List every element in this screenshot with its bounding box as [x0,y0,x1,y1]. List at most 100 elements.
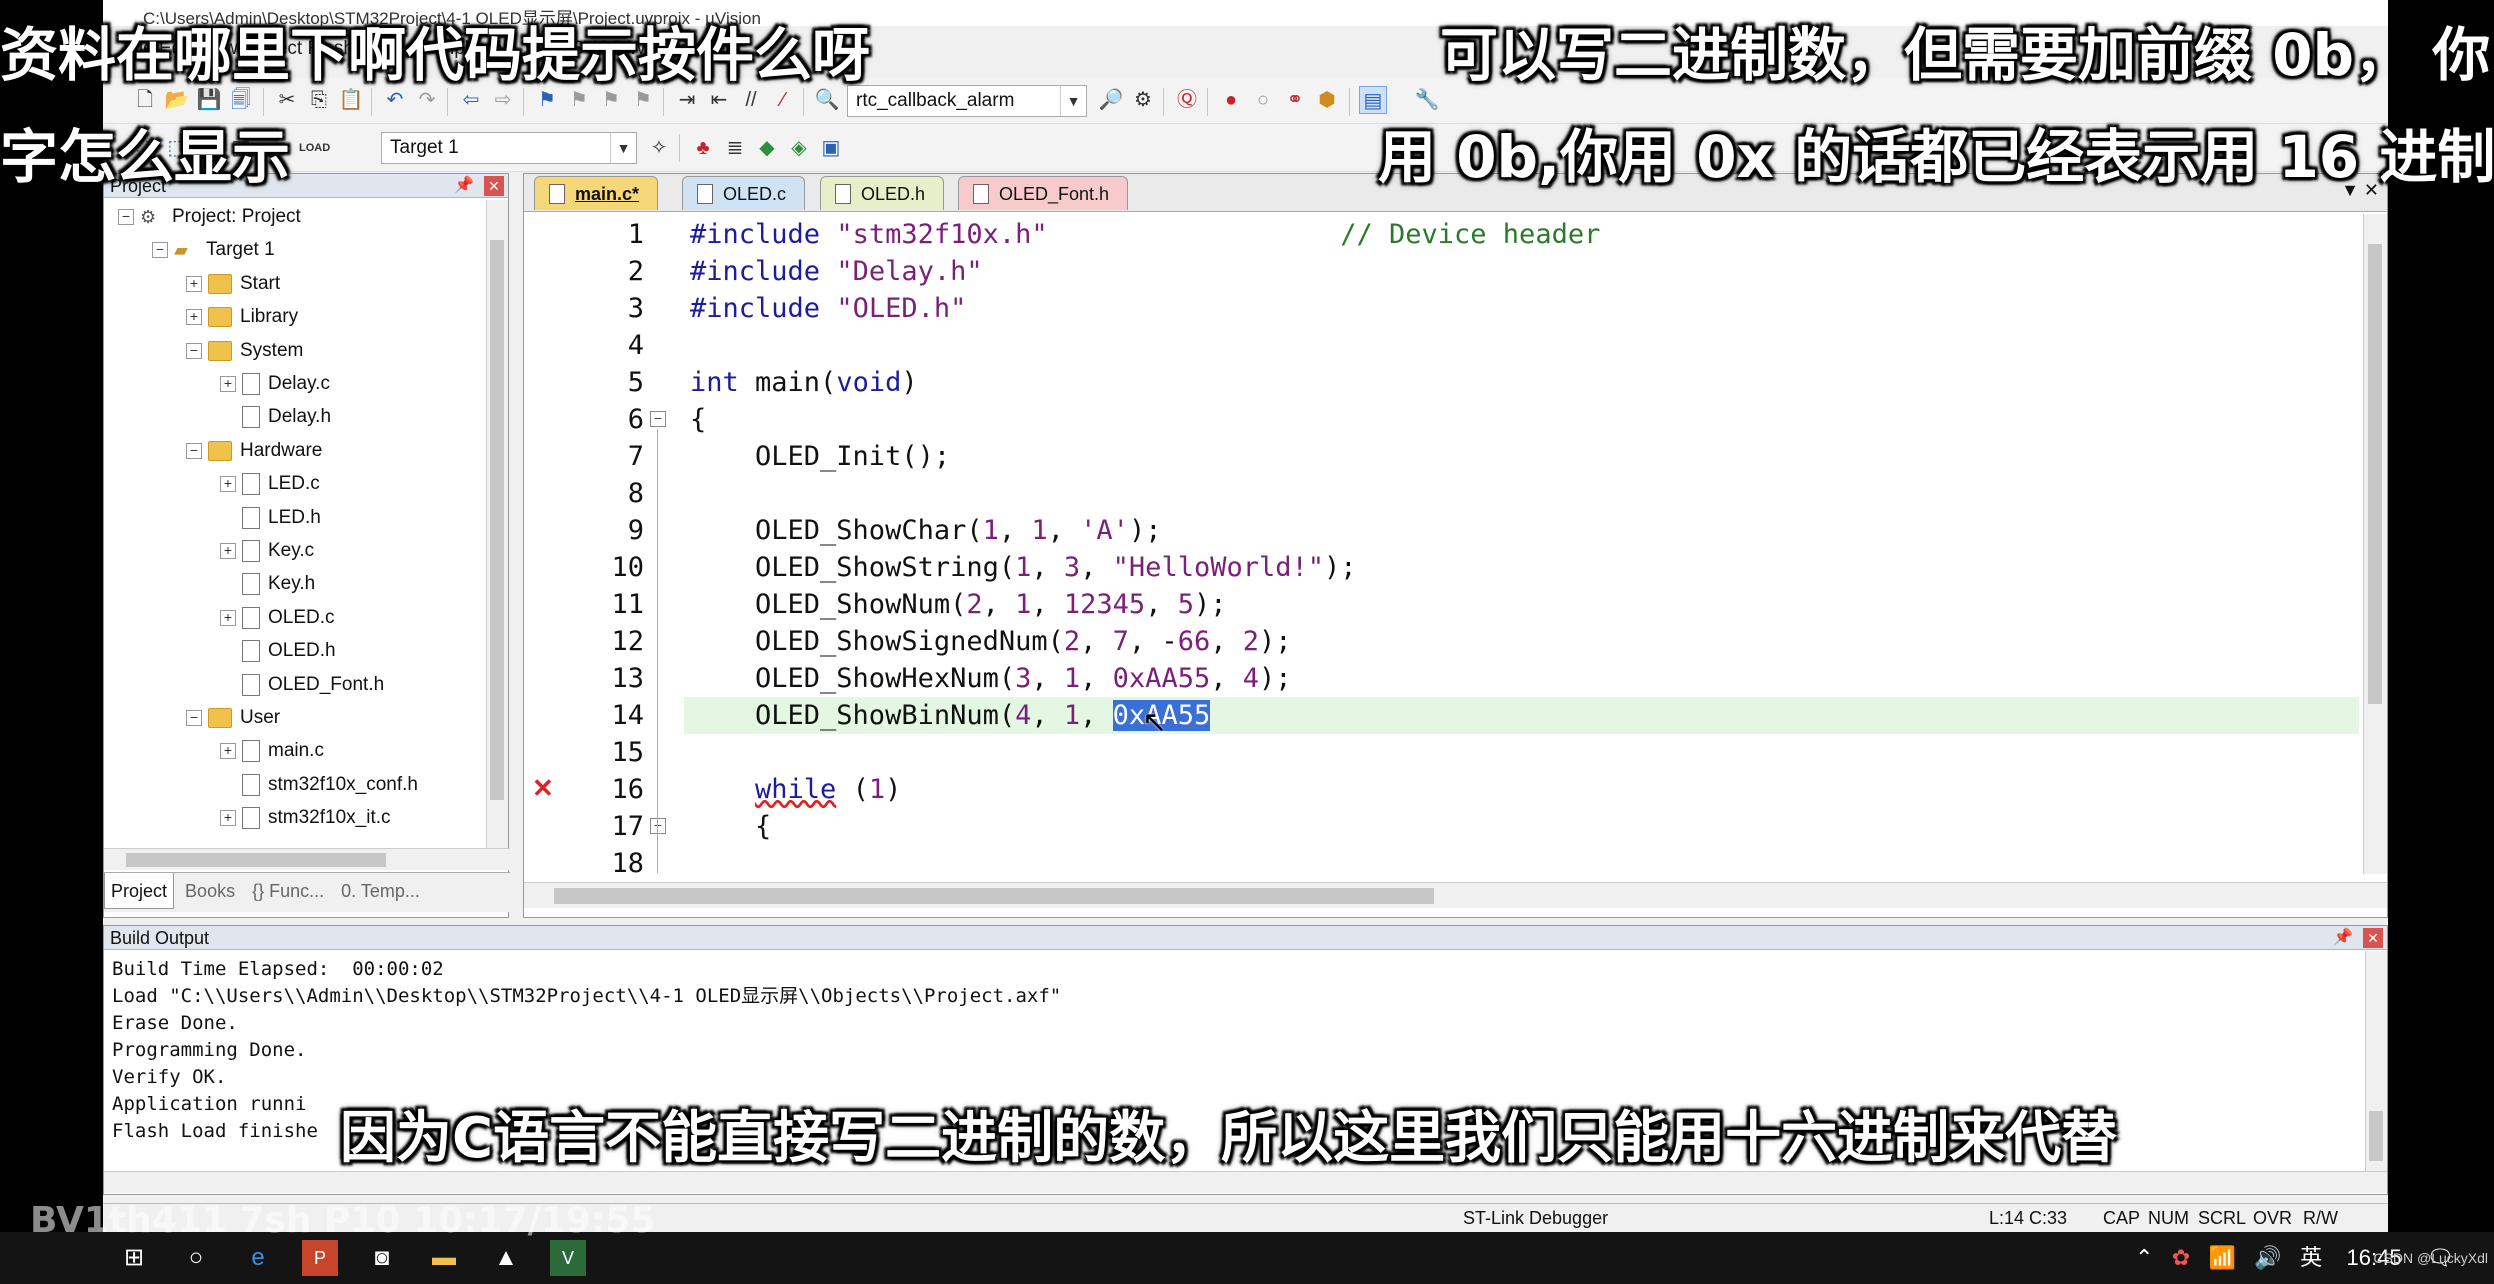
code-line[interactable]: #include "stm32f10x.h" // Device header [684,216,2359,253]
find-icon[interactable]: 🔎 [1097,86,1125,114]
photos-icon[interactable]: ▲ [488,1240,524,1276]
code-line[interactable]: OLED_Init(); [684,438,2359,475]
expand-icon[interactable]: + [220,476,236,493]
build-horizontal-scrollbar[interactable] [104,1171,2387,1193]
volume-icon[interactable]: 🔊 [2254,1245,2281,1270]
collapse-icon[interactable]: − [186,709,202,726]
code-line[interactable] [684,327,2359,364]
editor-horizontal-scrollbar[interactable] [524,882,2387,908]
keil-uvision-icon[interactable]: V [550,1240,586,1276]
breakpoint-insert-icon[interactable]: ● [1217,86,1245,114]
breakpoint-kill-all-icon[interactable]: ⬢ [1313,86,1341,114]
expand-icon[interactable]: + [220,542,236,559]
code-line[interactable]: int main(void) [684,364,2359,401]
fold-toggle-icon[interactable]: − [650,411,666,427]
windows-start-icon[interactable]: ⊞ [116,1240,152,1276]
tree-item[interactable]: OLED_Font.h [220,668,384,701]
tree-item[interactable]: − User [186,701,280,734]
tab-templates[interactable]: 0. Temp... [335,873,426,909]
close-icon[interactable]: ✕ [2363,928,2383,948]
expand-icon[interactable]: + [220,375,236,392]
collapse-icon[interactable]: − [186,342,202,359]
close-icon[interactable]: ✕ [484,176,504,196]
debug-start-icon[interactable]: Ⓠ [1173,86,1201,114]
breakpoint-enable-icon[interactable]: ○ [1249,86,1277,114]
tree-item[interactable]: stm32f10x_conf.h [220,768,418,801]
expand-icon[interactable]: + [186,309,202,326]
tree-item[interactable]: LED.h [220,501,321,534]
tree-item[interactable]: Delay.h [220,400,331,433]
tree-item[interactable]: + Key.c [220,534,314,567]
collapse-icon[interactable]: − [152,242,168,259]
incremental-find-icon[interactable]: ⚙ [1129,86,1157,114]
code-line[interactable]: #include "Delay.h" [684,253,2359,290]
tree-item[interactable]: − ⚙ Project: Project [118,200,301,233]
chevron-down-icon[interactable]: ▼ [610,133,636,163]
code-line[interactable]: while (1) [684,771,2359,808]
input-method-indicator[interactable]: 英 [2300,1245,2322,1270]
breakpoint-disable-all-icon[interactable]: ⚭ [1281,86,1309,114]
code-line[interactable]: OLED_ShowBinNum(4, 1, 0xAA55 [684,697,2359,734]
editor-tab[interactable]: OLED_Font.h [958,176,1129,210]
chevron-down-icon[interactable]: ▼ [1060,86,1086,116]
code-line[interactable]: OLED_ShowHexNum(3, 1, 0xAA55, 4); [684,660,2359,697]
tree-item[interactable]: + Library [186,300,298,333]
tree-item[interactable]: + Delay.c [220,367,330,400]
tree-item[interactable]: − ▰ Target 1 [152,233,275,266]
tree-item[interactable]: OLED.h [220,634,336,667]
expand-icon[interactable]: + [220,810,236,827]
editor-tab[interactable]: main.c* [534,176,659,210]
tree-item[interactable]: + LED.c [220,467,320,500]
expand-icon[interactable]: + [220,609,236,626]
tab-functions[interactable]: {} Func... [246,873,330,909]
chevron-up-icon[interactable]: ⌃ [2135,1245,2153,1270]
project-horizontal-scrollbar[interactable] [104,848,510,870]
tree-item[interactable]: + OLED.c [220,601,335,634]
file-explorer-icon[interactable]: ▬ [426,1240,462,1276]
collapse-icon[interactable]: − [186,442,202,459]
select-packs-icon[interactable]: ◈ [785,134,813,162]
pin-icon[interactable]: 📌 [454,174,474,198]
powerpoint-icon[interactable]: P [302,1240,338,1276]
tab-project[interactable]: Project [104,873,175,909]
code-line[interactable] [684,734,2359,771]
find-combo[interactable]: rtc_callback_alarm ▼ [847,85,1087,117]
code-line[interactable]: OLED_ShowChar(1, 1, 'A'); [684,512,2359,549]
build-vertical-scrollbar[interactable] [2365,951,2387,1171]
network-icon[interactable]: 📶 [2209,1245,2236,1270]
tree-item[interactable]: Key.h [220,567,315,600]
code-line[interactable]: OLED_ShowNum(2, 1, 12345, 5); [684,586,2359,623]
target-select[interactable]: Target 1 ▼ [381,132,637,164]
app-tray-icon[interactable]: ✿ [2172,1245,2190,1270]
code-line[interactable]: OLED_ShowSignedNum(2, 7, -66, 2); [684,623,2359,660]
file-extensions-icon[interactable]: ≣ [721,134,749,162]
search-icon[interactable]: ○ [178,1240,214,1276]
code-line[interactable] [684,475,2359,512]
tree-item[interactable]: − Hardware [186,434,322,467]
tree-item[interactable]: + Start [186,267,280,300]
edge-browser-icon[interactable]: e [240,1240,276,1276]
expand-icon[interactable]: + [186,275,202,292]
target-options-icon[interactable]: ✧ [645,134,673,162]
code-line[interactable]: { [684,401,2359,438]
tree-item[interactable]: + main.c [220,734,324,767]
code-line[interactable] [684,845,2359,874]
project-vertical-scrollbar[interactable] [486,200,508,860]
editor-vertical-scrollbar[interactable] [2363,214,2387,874]
tree-item[interactable]: + stm32f10x_it.c [220,801,391,834]
pin-icon[interactable]: 📌 [2333,926,2353,950]
tree-item[interactable]: − System [186,334,303,367]
tab-books[interactable]: Books [179,873,241,909]
collapse-icon[interactable]: − [118,208,134,225]
manage-project-items-icon[interactable]: ♣ [689,134,717,162]
editor-tab[interactable]: OLED.h [820,176,945,210]
manage-run-time-icon[interactable]: ◆ [753,134,781,162]
camera-app-icon[interactable]: ◙ [364,1240,400,1276]
expand-icon[interactable]: + [220,743,236,760]
code-line[interactable]: #include "OLED.h" [684,290,2359,327]
code-line[interactable]: OLED_ShowString(1, 3, "HelloWorld!"); [684,549,2359,586]
code-area[interactable]: #include "stm32f10x.h" // Device header #… [684,214,2359,874]
load-icon[interactable]: LOAD [299,134,330,162]
code-line[interactable]: { [684,808,2359,845]
fold-toggle-icon[interactable]: − [650,818,666,834]
